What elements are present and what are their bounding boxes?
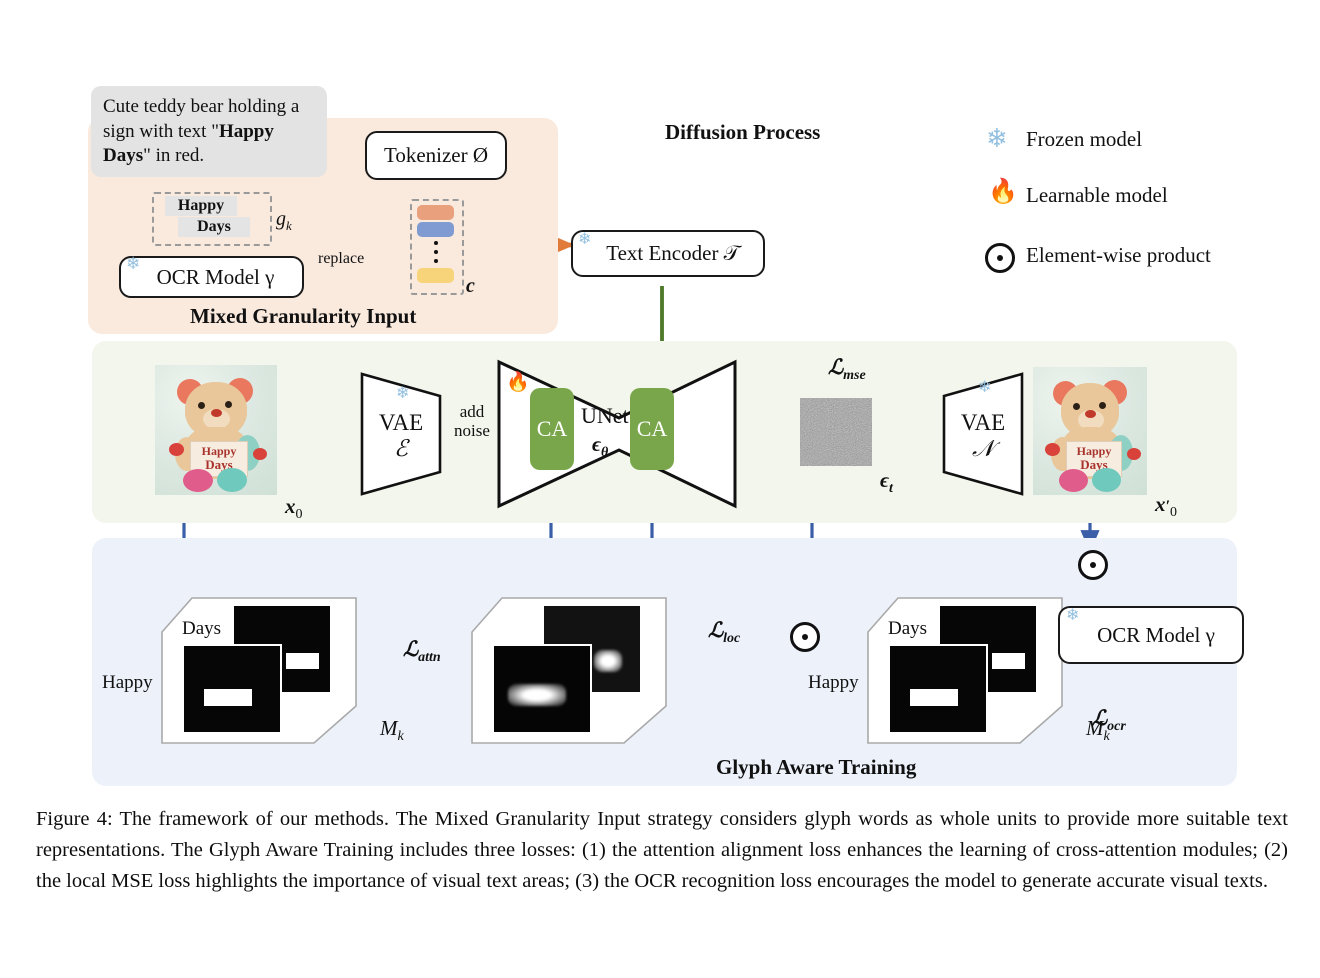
legend-label-product: Element-wise product (1026, 243, 1211, 267)
tokenizer-label: Tokenizer Ø (383, 143, 489, 167)
glyph-aware-training-title: Glyph Aware Training (716, 755, 917, 779)
glyph-symbol-base: g (276, 208, 286, 230)
diffusion-process-title: Diffusion Process (665, 120, 821, 144)
input-image-x0: Happy Days (155, 365, 277, 495)
glyph-mask-card-right: Days Happy (808, 596, 1066, 746)
output-image-x0-prime: Happy Days (1033, 367, 1147, 495)
input-image-symbol: x (285, 494, 296, 518)
glyph-symbol-sub: k (286, 218, 292, 233)
figure-caption: Figure 4: The framework of our methods. … (36, 808, 1288, 893)
mask-label-happy-left: Happy (102, 672, 153, 693)
prompt-text-part2: " in red. (143, 145, 205, 167)
input-image-label: x0 (285, 494, 303, 523)
element-wise-product-icon-legend (985, 243, 1015, 273)
vae-decoder-symbol: 𝒩 (971, 436, 995, 461)
ocr-model-label-top: OCR Model γ (156, 264, 275, 289)
vae-encoder-symbol: ℰ (394, 436, 408, 461)
figure-framework-diagram: Cute teddy bear holding a sign with text… (0, 0, 1320, 978)
output-sign-line1: Happy (1076, 444, 1112, 458)
noise-label: ϵt (880, 468, 893, 497)
mask-label-days-left: Days (182, 618, 222, 639)
unet-subscript: θ (601, 445, 609, 461)
flame-icon-unet: 🔥 (506, 372, 530, 393)
snowflake-icon-legend: ❄ (986, 124, 1008, 153)
vae-decoder-name: VAE (960, 410, 1006, 435)
cross-attention-block-left[interactable]: CA (530, 388, 574, 470)
mask-label-happy-right: Happy (808, 672, 859, 693)
unet-name-label: UNet (581, 403, 629, 428)
snowflake-icon-vae-encoder: ❄ (396, 385, 410, 402)
loss-loc-label: ℒloc (708, 618, 740, 647)
loss-mse-subscript: mse (843, 368, 866, 384)
add-noise-label-line2: noise (454, 421, 490, 440)
ca-left-label: CA (536, 416, 568, 441)
loss-attn-symbol: ℒ (403, 637, 419, 661)
add-noise-label-line1: add (459, 402, 485, 421)
vae-encoder-name: VAE (378, 410, 424, 435)
unet-symbol: ϵ (592, 432, 602, 456)
noise-latent-image (800, 398, 872, 466)
glyph-mask-card-left: Days Happy (102, 596, 360, 746)
mask-happy-right (888, 644, 988, 734)
token-chip-blue (417, 222, 454, 237)
snowflake-icon-vae-decoder: ❄ (978, 379, 992, 396)
output-image-subscript: 0 (1170, 505, 1177, 521)
loss-loc-symbol: ℒ (708, 618, 724, 642)
ocr-model-box-top[interactable]: OCR Model γ (119, 256, 304, 298)
snowflake-icon-text-encoder: ❄ (578, 231, 592, 248)
loss-ocr-label: ℒocr (1092, 706, 1126, 735)
text-encoder-box[interactable]: Text Encoder 𝒯 (571, 230, 765, 277)
text-encoder-label: Text Encoder 𝒯 (606, 241, 740, 265)
input-image-subscript: 0 (295, 507, 303, 523)
snowflake-icon-ocr-top: ❄ (126, 254, 141, 273)
mask-symbol-left: Mk (380, 716, 404, 745)
condition-symbol-c: c (466, 275, 475, 297)
attn-map-happy (492, 644, 592, 734)
mixed-granularity-title: Mixed Granularity Input (190, 304, 417, 328)
mask-symbol-left-sub: k (397, 729, 404, 745)
loss-mse-symbol: ℒ (828, 355, 844, 379)
input-sign-line1: Happy (201, 444, 237, 458)
loss-ocr-subscript: ocr (1107, 719, 1126, 735)
glyph-symbol-gk: gk (276, 208, 292, 234)
attention-map-card (470, 596, 670, 746)
legend-label-learnable: Learnable model (1026, 183, 1168, 207)
ocr-model-label-bottom: OCR Model γ (1097, 622, 1215, 647)
replace-label: replace (318, 250, 365, 267)
token-ellipsis (433, 241, 438, 263)
mask-label-days-right: Days (888, 618, 928, 639)
output-image-symbol: x (1155, 492, 1166, 516)
tokenizer-box[interactable]: Tokenizer Ø (365, 131, 507, 180)
glyph-word-days: Days (178, 217, 250, 237)
noise-subscript: t (889, 481, 893, 497)
element-wise-product-icon-ocr (1078, 550, 1108, 580)
element-wise-product-icon-loc (790, 622, 820, 652)
noise-symbol: ϵ (880, 468, 890, 492)
loss-loc-subscript: loc (723, 631, 741, 647)
flame-icon-legend: 🔥 (988, 179, 1018, 205)
token-chip-yellow (417, 268, 454, 283)
token-chip-orange (417, 205, 454, 220)
loss-attn-subscript: attn (418, 650, 441, 666)
unet-symbol-label: ϵθ (592, 432, 608, 461)
loss-attn-label: ℒattn (403, 637, 441, 666)
mask-symbol-left-base: M (380, 716, 398, 740)
output-image-label: x′0 (1155, 492, 1177, 521)
ocr-model-box-bottom[interactable]: OCR Model γ (1058, 606, 1244, 664)
loss-ocr-symbol: ℒ (1092, 706, 1108, 730)
snowflake-icon-ocr-bottom: ❄ (1066, 607, 1080, 624)
glyph-word-happy: Happy (165, 196, 237, 216)
ca-right-label: CA (636, 416, 668, 441)
legend-label-frozen: Frozen model (1026, 127, 1143, 151)
cross-attention-block-right[interactable]: CA (630, 388, 674, 470)
mask-happy (182, 644, 282, 734)
prompt-textbox: Cute teddy bear holding a sign with text… (91, 86, 327, 178)
loss-mse-label: ℒmse (828, 355, 866, 384)
